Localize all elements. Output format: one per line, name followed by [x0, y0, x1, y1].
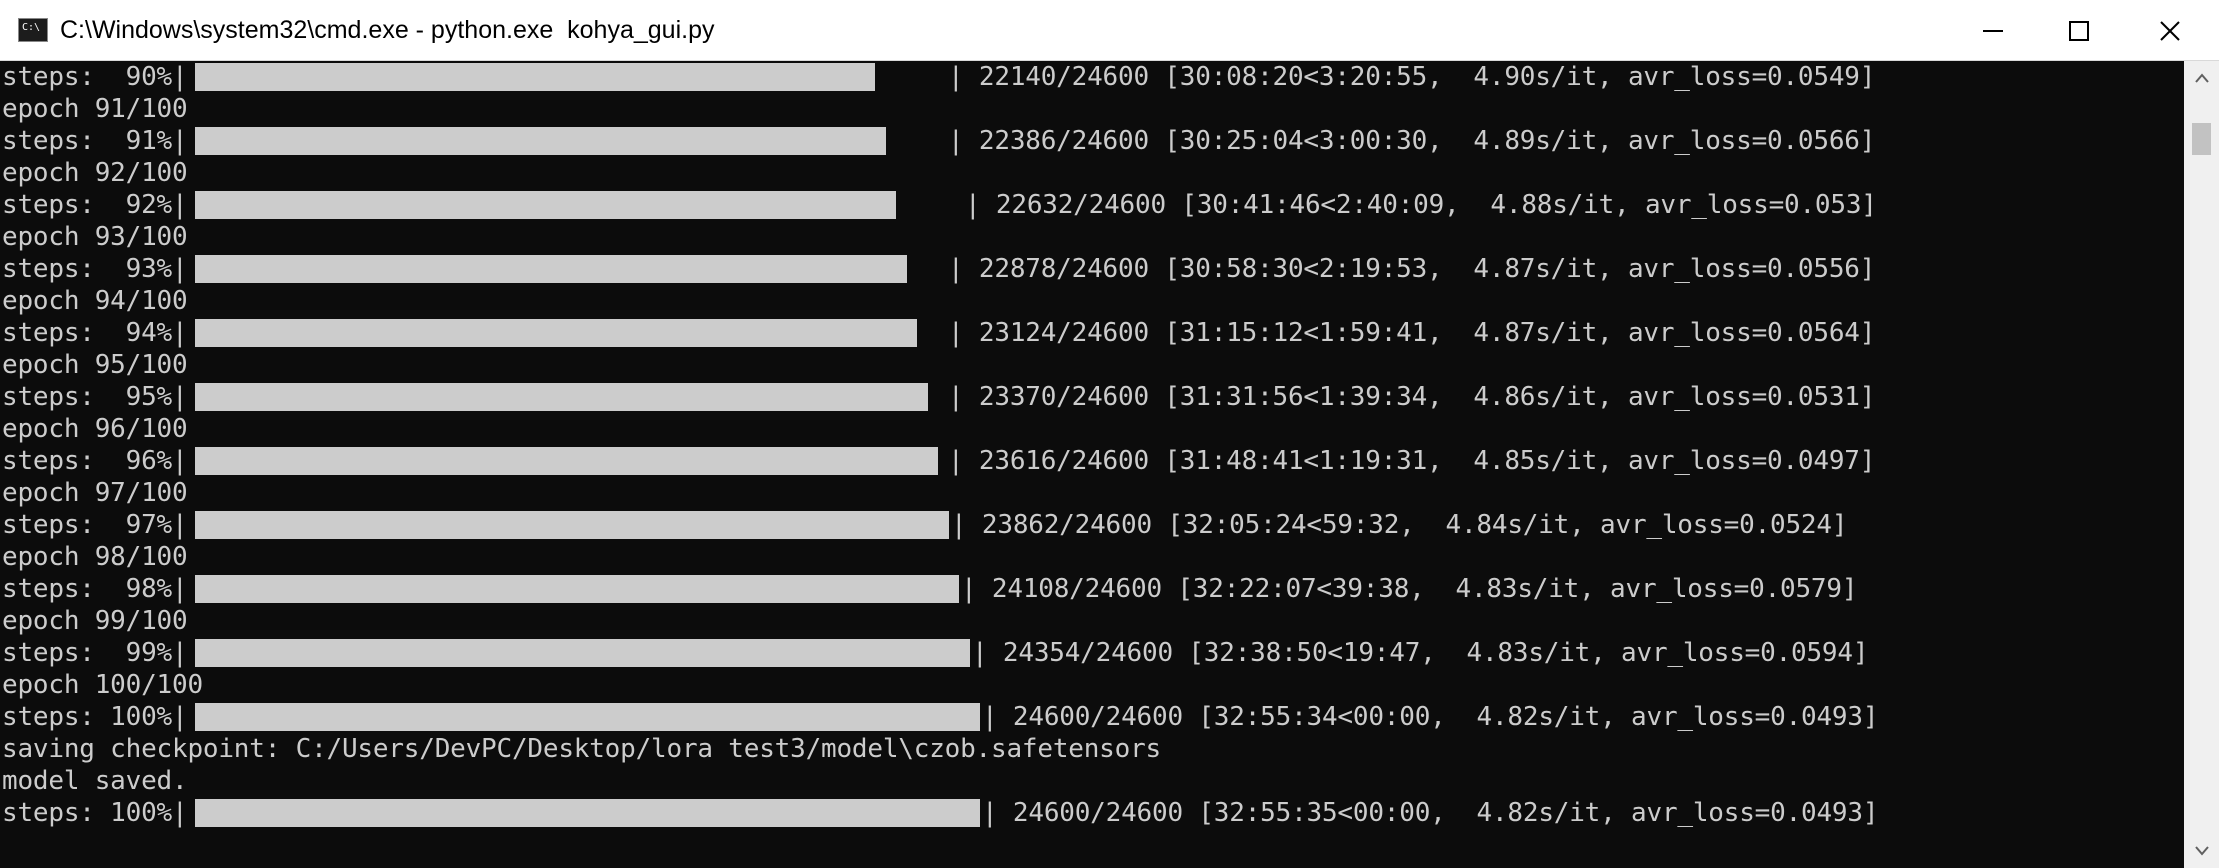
steps-status: | 24600/24600 [32:55:35<00:00, 4.82s/it,… [982, 798, 1879, 828]
terminal-line: epoch 98/100 [2, 542, 188, 572]
steps-status: | 23862/24600 [32:05:24<59:32, 4.84s/it,… [951, 510, 1848, 540]
terminal-line: epoch 93/100 [2, 222, 188, 252]
cmd-app-icon[interactable]: C:\ [18, 18, 48, 42]
close-button[interactable] [2124, 0, 2216, 61]
steps-prefix: steps: 92%| [2, 190, 188, 220]
steps-progress-bar [195, 255, 907, 283]
steps-progress-bar [195, 639, 970, 667]
steps-progress-bar [195, 447, 938, 475]
cmd-app-icon-label: C:\ [22, 22, 41, 33]
steps-prefix: steps: 100%| [2, 702, 188, 732]
steps-progress-bar [195, 799, 980, 827]
steps-status: | 23370/24600 [31:31:56<1:39:34, 4.86s/i… [948, 382, 1876, 412]
terminal-line: epoch 100/100 [2, 670, 203, 700]
steps-prefix: steps: 98%| [2, 574, 188, 604]
maximize-button[interactable] [2033, 0, 2125, 61]
terminal-line: epoch 97/100 [2, 478, 188, 508]
terminal-line: saving checkpoint: C:/Users/DevPC/Deskto… [2, 734, 1161, 764]
steps-progress-bar [195, 191, 896, 219]
minimize-button[interactable] [1947, 0, 2039, 61]
terminal-output[interactable]: steps: 90%| | 22140/24600 [30:08:20<3:20:… [0, 61, 2184, 868]
steps-status: | 22140/24600 [30:08:20<3:20:55, 4.90s/i… [948, 62, 1876, 92]
steps-status: | 22878/24600 [30:58:30<2:19:53, 4.87s/i… [948, 254, 1876, 284]
terminal-line: epoch 99/100 [2, 606, 188, 636]
scrollbar-thumb[interactable] [2192, 123, 2211, 155]
steps-prefix: steps: 96%| [2, 446, 188, 476]
steps-status: | 22386/24600 [30:25:04<3:00:30, 4.89s/i… [948, 126, 1876, 156]
window-title: C:\Windows\system32\cmd.exe - python.exe… [60, 16, 715, 44]
maximize-icon [2069, 20, 2089, 41]
steps-status: | 23124/24600 [31:15:12<1:59:41, 4.87s/i… [948, 318, 1876, 348]
terminal-line: epoch 94/100 [2, 286, 188, 316]
steps-prefix: steps: 94%| [2, 318, 188, 348]
terminal-line: epoch 91/100 [2, 94, 188, 124]
steps-prefix: steps: 99%| [2, 638, 188, 668]
terminal-line: epoch 92/100 [2, 158, 188, 188]
steps-progress-bar [195, 319, 917, 347]
steps-status: | 22632/24600 [30:41:46<2:40:09, 4.88s/i… [965, 190, 1877, 220]
scroll-up-button[interactable] [2184, 61, 2219, 95]
steps-status: | 24354/24600 [32:38:50<19:47, 4.83s/it,… [972, 638, 1869, 668]
steps-progress-bar [195, 511, 949, 539]
steps-status: | 23616/24600 [31:48:41<1:19:31, 4.85s/i… [948, 446, 1876, 476]
terminal-line: model saved. [2, 766, 188, 796]
steps-prefix: steps: 91%| [2, 126, 188, 156]
steps-prefix: steps: 97%| [2, 510, 188, 540]
steps-status: | 24108/24600 [32:22:07<39:38, 4.83s/it,… [961, 574, 1858, 604]
terminal-line: epoch 96/100 [2, 414, 188, 444]
close-icon [2160, 20, 2180, 41]
steps-prefix: steps: 90%| [2, 62, 188, 92]
steps-prefix: steps: 100%| [2, 798, 188, 828]
terminal-line: epoch 95/100 [2, 350, 188, 380]
minimize-icon [1983, 29, 2003, 32]
steps-progress-bar [195, 703, 980, 731]
steps-prefix: steps: 95%| [2, 382, 188, 412]
steps-progress-bar [195, 383, 928, 411]
steps-prefix: steps: 93%| [2, 254, 188, 284]
chevron-down-icon [2194, 846, 2209, 856]
steps-progress-bar [195, 63, 875, 91]
window-titlebar[interactable]: C:\ C:\Windows\system32\cmd.exe - python… [0, 0, 2219, 61]
vertical-scrollbar[interactable] [2184, 61, 2219, 868]
steps-progress-bar [195, 575, 959, 603]
scroll-down-button[interactable] [2184, 834, 2219, 868]
steps-progress-bar [195, 127, 886, 155]
steps-status: | 24600/24600 [32:55:34<00:00, 4.82s/it,… [982, 702, 1879, 732]
chevron-up-icon [2194, 73, 2209, 83]
